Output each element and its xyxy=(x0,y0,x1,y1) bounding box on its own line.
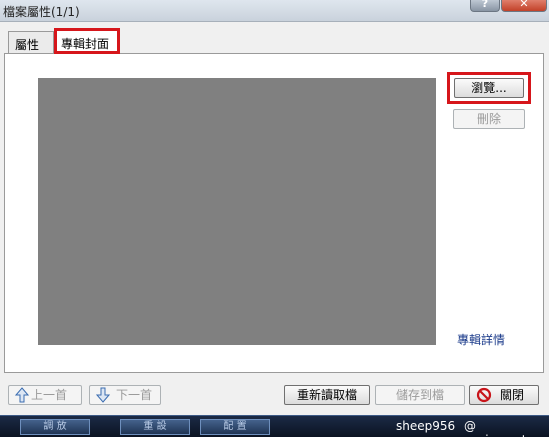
prohibited-icon xyxy=(476,387,492,403)
taskbar-tab[interactable]: 重 設 xyxy=(120,419,190,435)
taskbar: 調 放 重 設 配 置 sheep956 @ sogi.com.tw xyxy=(0,415,549,437)
next-track-button[interactable]: 下一首 xyxy=(89,385,161,405)
close-button[interactable]: 關閉 xyxy=(469,385,539,405)
next-track-label: 下一首 xyxy=(116,388,153,402)
tab-properties[interactable]: 屬性 xyxy=(8,31,54,53)
browse-button[interactable]: 瀏覽... xyxy=(454,78,524,98)
arrow-down-icon xyxy=(96,387,110,403)
save-to-file-button[interactable]: 儲存到檔 xyxy=(375,385,465,405)
help-button[interactable]: ? xyxy=(470,0,500,12)
title-bar: 檔案屬性(1/1) ? ✕ xyxy=(0,0,549,22)
window-close-button[interactable]: ✕ xyxy=(501,0,547,12)
tab-album-cover[interactable]: 專輯封面 xyxy=(54,28,120,54)
previous-track-label: 上一首 xyxy=(31,388,68,402)
reread-file-button[interactable]: 重新讀取檔 xyxy=(284,385,370,405)
tab-panel-cover: 瀏覽... 刪除 專輯詳情 xyxy=(4,53,544,373)
close-button-label: 關閉 xyxy=(500,388,525,402)
taskbar-tab[interactable]: 配 置 xyxy=(200,419,270,435)
watermark-user: sheep956 xyxy=(396,419,456,433)
taskbar-tab[interactable]: 調 放 xyxy=(20,419,90,435)
properties-dialog: 瀏覽... 刪除 專輯詳情 屬性 專輯封面 上一首 下一首 重新讀取檔 儲存到檔… xyxy=(0,22,549,415)
arrow-up-icon xyxy=(15,387,29,403)
watermark-site: @ sogi.com.tw xyxy=(464,419,536,437)
window-title: 檔案屬性(1/1) xyxy=(3,5,80,19)
album-details-link[interactable]: 專輯詳情 xyxy=(457,331,505,348)
cover-image-placeholder xyxy=(38,78,436,345)
previous-track-button[interactable]: 上一首 xyxy=(8,385,82,405)
delete-button[interactable]: 刪除 xyxy=(453,109,525,129)
